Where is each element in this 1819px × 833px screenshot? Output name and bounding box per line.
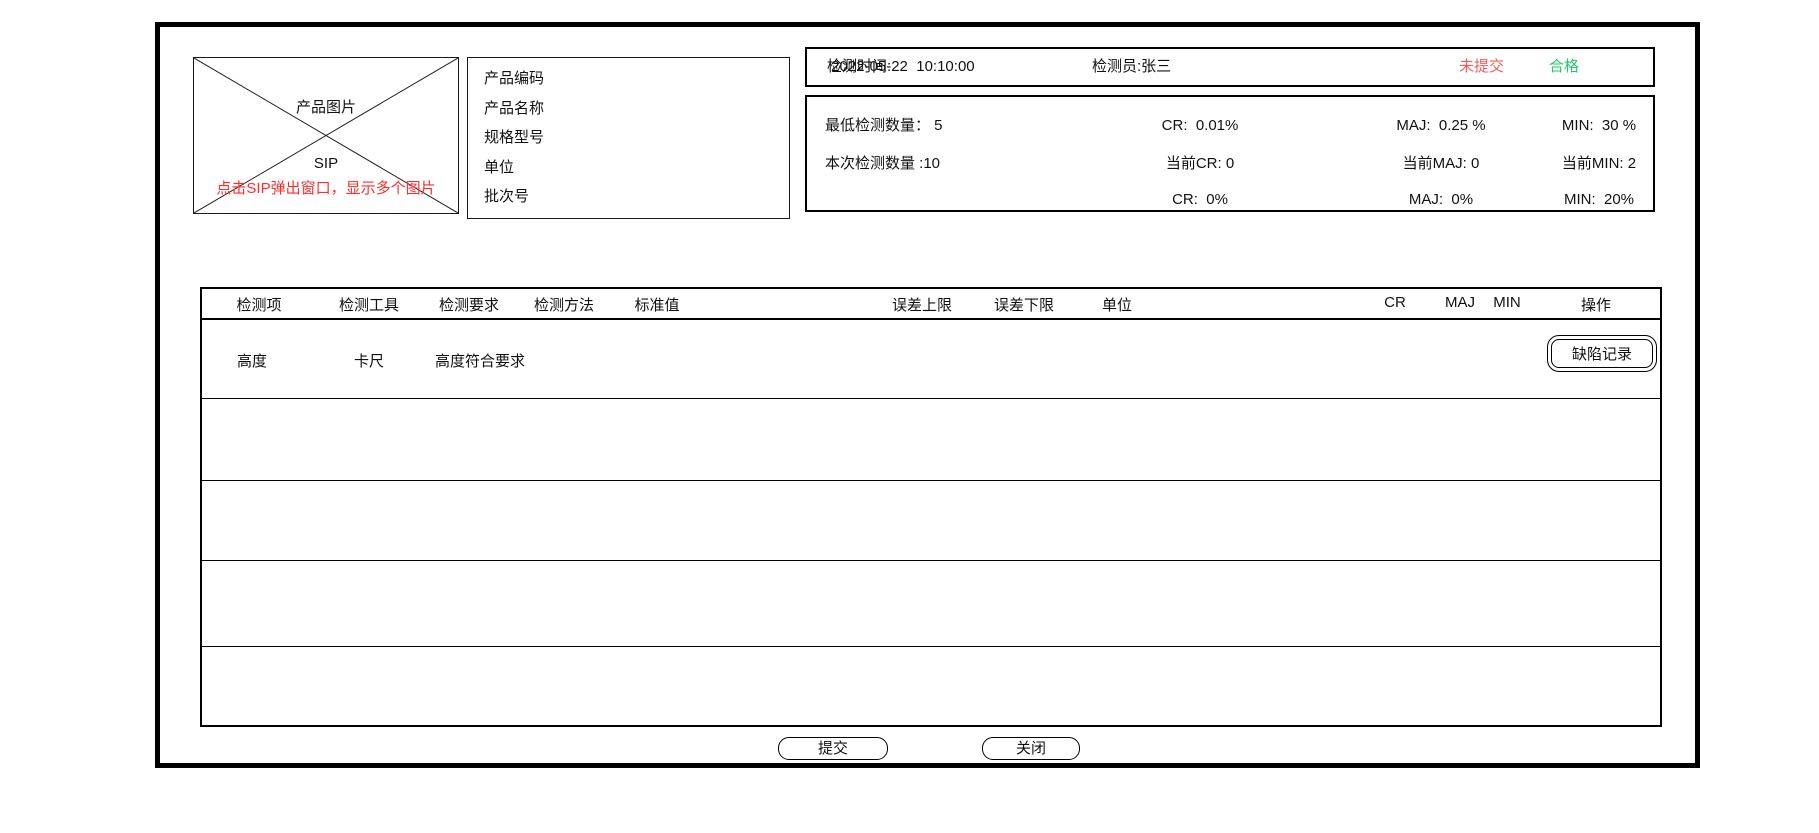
stat-min-qty: 最低检测数量： 5 — [825, 115, 943, 137]
table-row: 高度 卡尺 高度符合要求 缺陷记录 — [202, 320, 1660, 399]
stat-current-min: 当前MIN: 2 — [1562, 153, 1636, 175]
stat-min-limit: MIN: 30 % — [1562, 115, 1636, 137]
stat-current-qty: 本次检测数量 :10 — [825, 153, 940, 175]
stats-row: 最低检测数量： 5 CR: 0.01% MAJ: 0.25 % MIN: 30 … — [807, 115, 1653, 137]
cell-item: 高度 — [237, 350, 267, 371]
sip-link[interactable]: SIP — [194, 155, 458, 172]
column-header-min: MIN — [1493, 294, 1521, 311]
product-image-placeholder[interactable]: 产品图片 SIP 点击SIP弹出窗口，显示多个图片 — [193, 57, 459, 214]
stat-min-rate: MIN: 20% — [1564, 189, 1634, 211]
inspector-name: 检测员:张三 — [1092, 49, 1171, 85]
column-header-method: 检测方法 — [534, 294, 594, 315]
column-header-action: 操作 — [1581, 294, 1611, 315]
table-row-empty — [202, 561, 1660, 648]
table-row-empty — [202, 481, 1660, 561]
close-button[interactable]: 关闭 — [982, 737, 1080, 760]
defect-record-button[interactable]: 缺陷记录 — [1547, 335, 1657, 372]
stat-current-cr: 当前CR: 0 — [1166, 153, 1234, 175]
table-header-row: 检测项 检测工具 检测要求 检测方法 标准值 误差上限 误差下限 单位 CR M… — [202, 289, 1660, 320]
product-image-label: 产品图片 — [194, 96, 458, 117]
cell-tool: 卡尺 — [354, 350, 384, 371]
product-info-field-code: 产品编码 — [484, 67, 789, 88]
stat-maj-limit: MAJ: 0.25 % — [1396, 115, 1485, 137]
column-header-tool: 检测工具 — [339, 294, 399, 315]
table-row-empty — [202, 647, 1660, 723]
table-row-empty — [202, 399, 1660, 482]
column-header-requirement: 检测要求 — [439, 294, 499, 315]
column-header-lower: 误差下限 — [994, 294, 1054, 315]
cell-requirement: 高度符合要求 — [435, 350, 525, 371]
status-qualified: 合格 — [1549, 49, 1579, 85]
column-header-upper: 误差上限 — [892, 294, 952, 315]
product-info-field-spec: 规格型号 — [484, 126, 789, 147]
stat-maj-rate: MAJ: 0% — [1409, 189, 1473, 211]
status-unsubmitted: 未提交 — [1459, 49, 1504, 85]
product-info-field-name: 产品名称 — [484, 97, 789, 118]
inspection-table: 检测项 检测工具 检测要求 检测方法 标准值 误差上限 误差下限 单位 CR M… — [200, 287, 1662, 727]
column-header-maj: MAJ — [1445, 294, 1475, 311]
product-info-panel: 产品编码 产品名称 规格型号 单位 批次号 — [467, 57, 790, 219]
product-info-field-batch: 批次号 — [484, 185, 789, 206]
inspection-header-panel: 检测时间: 2022-05-22 10:10:00 检测员:张三 未提交 合格 — [805, 47, 1655, 87]
stats-row: 本次检测数量 :10 当前CR: 0 当前MAJ: 0 当前MIN: 2 — [807, 153, 1653, 175]
stats-panel: 最低检测数量： 5 CR: 0.01% MAJ: 0.25 % MIN: 30 … — [805, 95, 1655, 212]
inspection-time-value: 2022-05-22 10:10:00 — [831, 49, 974, 85]
submit-button[interactable]: 提交 — [778, 737, 888, 760]
column-header-unit: 单位 — [1102, 294, 1132, 315]
inspection-time: 检测时间: 2022-05-22 10:10:00 — [827, 49, 831, 85]
column-header-item: 检测项 — [236, 294, 281, 315]
stat-current-maj: 当前MAJ: 0 — [1403, 153, 1480, 175]
stat-cr-rate: CR: 0% — [1172, 189, 1228, 211]
stats-row: CR: 0% MAJ: 0% MIN: 20% — [807, 189, 1653, 211]
product-info-field-unit: 单位 — [484, 156, 789, 177]
window-frame: 产品图片 SIP 点击SIP弹出窗口，显示多个图片 产品编码 产品名称 规格型号… — [155, 22, 1700, 768]
sip-note: 点击SIP弹出窗口，显示多个图片 — [194, 177, 458, 198]
stat-cr-limit: CR: 0.01% — [1162, 115, 1239, 137]
column-header-cr: CR — [1384, 294, 1406, 311]
column-header-standard: 标准值 — [634, 294, 679, 315]
